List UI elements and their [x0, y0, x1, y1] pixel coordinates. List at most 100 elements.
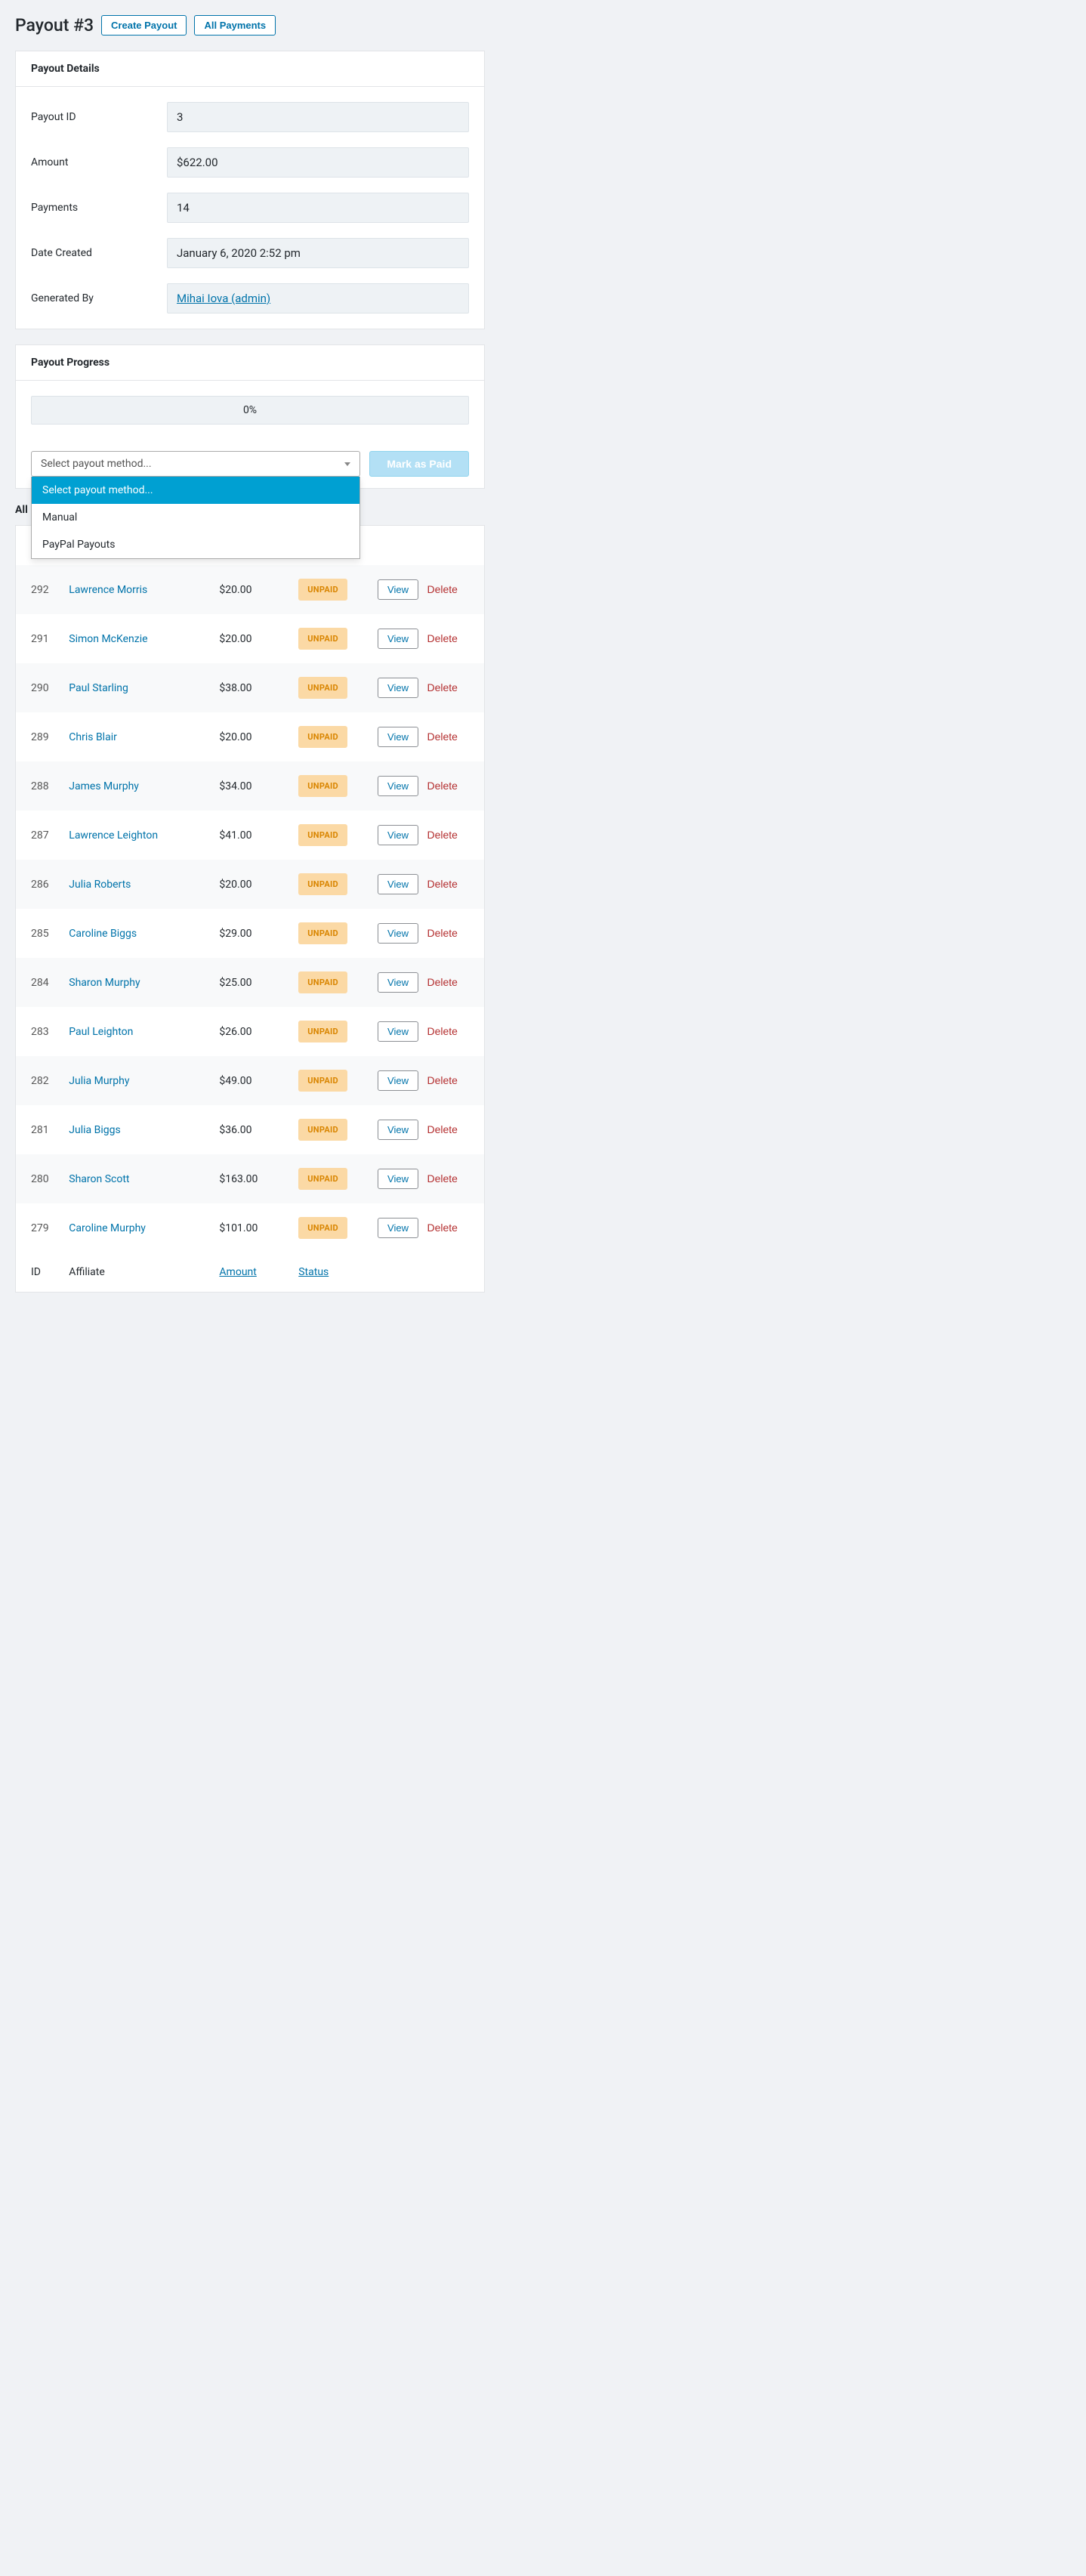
delete-button[interactable]: Delete: [421, 727, 463, 746]
status-badge: UNPAID: [298, 726, 347, 748]
affiliate-link[interactable]: Lawrence Leighton: [69, 829, 158, 842]
value-payments: 14: [167, 193, 469, 223]
create-payout-button[interactable]: Create Payout: [101, 15, 187, 36]
view-button[interactable]: View: [378, 776, 418, 796]
table-row: 285Caroline Biggs$29.00UNPAIDView Delete: [16, 909, 484, 958]
affiliate-link[interactable]: Julia Roberts: [69, 879, 131, 891]
cell-amount: $38.00: [210, 663, 289, 712]
payout-progress-card: Payout Progress 0% Select payout method.…: [15, 344, 485, 489]
view-button[interactable]: View: [378, 1070, 418, 1091]
affiliate-link[interactable]: Simon McKenzie: [69, 633, 147, 645]
payout-method-select[interactable]: Select payout method...: [31, 451, 360, 477]
view-button[interactable]: View: [378, 727, 418, 747]
table-row: 292Lawrence Morris$20.00UNPAIDView Delet…: [16, 565, 484, 614]
all-payments-button[interactable]: All Payments: [194, 15, 276, 36]
tf-status-sort[interactable]: Status: [298, 1266, 329, 1278]
dropdown-option-placeholder[interactable]: Select payout method...: [32, 477, 359, 504]
cell-amount: $34.00: [210, 761, 289, 811]
cell-amount: $163.00: [210, 1154, 289, 1203]
view-button[interactable]: View: [378, 1021, 418, 1042]
value-date-created: January 6, 2020 2:52 pm: [167, 238, 469, 268]
delete-button[interactable]: Delete: [421, 1021, 463, 1041]
cell-id: 283: [16, 1007, 60, 1056]
view-button[interactable]: View: [378, 579, 418, 600]
payout-method-dropdown: Select payout method... Manual PayPal Pa…: [31, 477, 360, 559]
cell-id: 290: [16, 663, 60, 712]
mark-as-paid-button[interactable]: Mark as Paid: [369, 451, 469, 477]
delete-button[interactable]: Delete: [421, 874, 463, 894]
label-payout-id: Payout ID: [31, 111, 167, 123]
delete-button[interactable]: Delete: [421, 1169, 463, 1188]
table-row: 288James Murphy$34.00UNPAIDView Delete: [16, 761, 484, 811]
view-button[interactable]: View: [378, 1218, 418, 1238]
view-button[interactable]: View: [378, 629, 418, 649]
page-title: Payout #3: [15, 15, 94, 36]
status-badge: UNPAID: [298, 1119, 347, 1141]
affiliate-link[interactable]: Sharon Murphy: [69, 977, 140, 989]
payments-table: ID Affiliate Amount Status 292Lawrence M…: [16, 526, 484, 1292]
affiliate-link[interactable]: Caroline Murphy: [69, 1222, 146, 1234]
status-badge: UNPAID: [298, 677, 347, 699]
table-row: 291Simon McKenzie$20.00UNPAIDView Delete: [16, 614, 484, 663]
dropdown-option-paypal[interactable]: PayPal Payouts: [32, 531, 359, 558]
status-badge: UNPAID: [298, 1070, 347, 1092]
delete-button[interactable]: Delete: [421, 972, 463, 992]
cell-id: 288: [16, 761, 60, 811]
label-generated-by: Generated By: [31, 292, 167, 304]
delete-button[interactable]: Delete: [421, 579, 463, 599]
status-badge: UNPAID: [298, 922, 347, 944]
affiliate-link[interactable]: Chris Blair: [69, 731, 117, 743]
affiliate-link[interactable]: Julia Biggs: [69, 1124, 120, 1136]
cell-id: 279: [16, 1203, 60, 1252]
view-button[interactable]: View: [378, 1169, 418, 1189]
table-row: 286Julia Roberts$20.00UNPAIDView Delete: [16, 860, 484, 909]
table-row: 279Caroline Murphy$101.00UNPAIDView Dele…: [16, 1203, 484, 1252]
delete-button[interactable]: Delete: [421, 776, 463, 795]
cell-amount: $25.00: [210, 958, 289, 1007]
cell-id: 285: [16, 909, 60, 958]
payout-progress-title: Payout Progress: [16, 345, 484, 381]
affiliate-link[interactable]: Paul Leighton: [69, 1026, 133, 1038]
generated-by-link[interactable]: Mihai Iova (admin): [177, 292, 270, 305]
cell-amount: $41.00: [210, 811, 289, 860]
payout-details-title: Payout Details: [16, 51, 484, 87]
affiliate-link[interactable]: Caroline Biggs: [69, 928, 137, 940]
delete-button[interactable]: Delete: [421, 1120, 463, 1139]
status-badge: UNPAID: [298, 971, 347, 993]
affiliate-link[interactable]: Paul Starling: [69, 682, 128, 694]
affiliate-link[interactable]: Julia Murphy: [69, 1075, 129, 1087]
delete-button[interactable]: Delete: [421, 678, 463, 697]
cell-id: 281: [16, 1105, 60, 1154]
delete-button[interactable]: Delete: [421, 1070, 463, 1090]
view-button[interactable]: View: [378, 972, 418, 993]
label-amount: Amount: [31, 156, 167, 168]
cell-id: 280: [16, 1154, 60, 1203]
view-button[interactable]: View: [378, 825, 418, 845]
delete-button[interactable]: Delete: [421, 923, 463, 943]
dropdown-option-manual[interactable]: Manual: [32, 504, 359, 531]
cell-amount: $20.00: [210, 614, 289, 663]
cell-amount: $49.00: [210, 1056, 289, 1105]
delete-button[interactable]: Delete: [421, 1218, 463, 1237]
affiliate-link[interactable]: Sharon Scott: [69, 1173, 129, 1185]
cell-id: 286: [16, 860, 60, 909]
affiliate-link[interactable]: James Murphy: [69, 780, 139, 792]
table-row: 284 Sharon Murphy $25.00 UNPAID View Delete: [16, 958, 484, 1007]
cell-amount: $36.00: [210, 1105, 289, 1154]
delete-button[interactable]: Delete: [421, 629, 463, 648]
view-button[interactable]: View: [378, 874, 418, 894]
view-button[interactable]: View: [378, 678, 418, 698]
chevron-down-icon: [344, 462, 350, 466]
cell-id: 284: [16, 958, 60, 1007]
view-button[interactable]: View: [378, 1120, 418, 1140]
delete-button[interactable]: Delete: [421, 825, 463, 845]
status-badge: UNPAID: [298, 824, 347, 846]
status-badge: UNPAID: [298, 1168, 347, 1190]
table-row: 283Paul Leighton$26.00UNPAIDView Delete: [16, 1007, 484, 1056]
affiliate-link[interactable]: Lawrence Morris: [69, 584, 147, 596]
cell-id: 292: [16, 565, 60, 614]
cell-id: 289: [16, 712, 60, 761]
tf-amount-sort[interactable]: Amount: [219, 1266, 256, 1278]
view-button[interactable]: View: [378, 923, 418, 944]
value-amount: $622.00: [167, 147, 469, 178]
